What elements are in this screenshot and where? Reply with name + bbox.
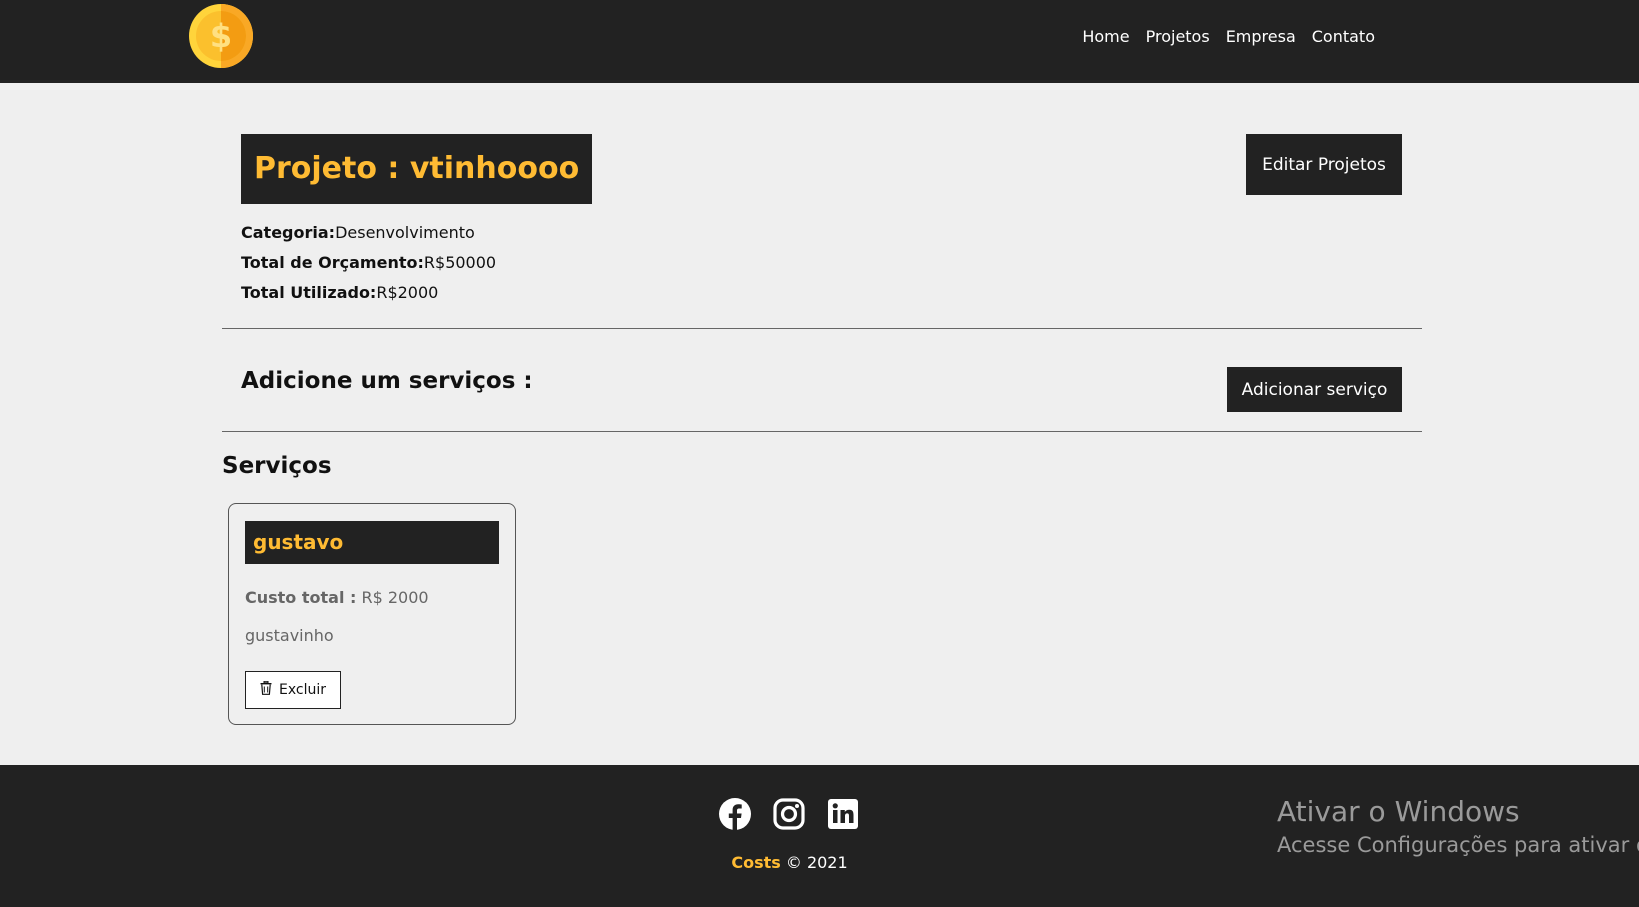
- budget-row: Total de Orçamento:R$50000: [241, 248, 496, 278]
- nav-link-projetos[interactable]: Projetos: [1146, 27, 1210, 46]
- trash-icon: [260, 680, 272, 699]
- footer: Costs © 2021 Ativar o Windows Acesse Con…: [0, 765, 1639, 907]
- service-cost-value: R$ 2000: [356, 588, 429, 607]
- edit-project-button[interactable]: Editar Projetos: [1246, 134, 1402, 195]
- windows-activation-watermark: Ativar o Windows Acesse Configurações pa…: [1277, 795, 1639, 861]
- project-info: Categoria:Desenvolvimento Total de Orçam…: [241, 218, 496, 308]
- linkedin-icon[interactable]: [826, 797, 860, 831]
- service-cost: Custo total : R$ 2000: [245, 588, 429, 607]
- category-row: Categoria:Desenvolvimento: [241, 218, 496, 248]
- divider: [222, 431, 1422, 432]
- nav-menu: Home Projetos Empresa Contato: [1066, 27, 1375, 46]
- social-links: [718, 797, 860, 831]
- main-content: Projeto : vtinhoooo Editar Projetos Cate…: [0, 83, 1639, 765]
- category-value: Desenvolvimento: [335, 223, 475, 242]
- budget-label: Total de Orçamento:: [241, 253, 424, 272]
- service-cost-label: Custo total :: [245, 588, 357, 607]
- used-value: R$2000: [376, 283, 439, 302]
- brand-name: Costs: [731, 853, 781, 872]
- watermark-title: Ativar o Windows: [1277, 795, 1520, 828]
- services-heading: Serviços: [222, 453, 332, 479]
- facebook-icon[interactable]: [718, 797, 752, 831]
- watermark-subtitle: Acesse Configurações para ativar o W: [1277, 833, 1639, 857]
- project-title: Projeto : vtinhoooo: [241, 134, 593, 204]
- used-row: Total Utilizado:R$2000: [241, 278, 496, 308]
- divider: [222, 328, 1422, 329]
- add-service-heading: Adicione um serviços :: [241, 368, 533, 394]
- navbar: $ Home Projetos Empresa Contato: [0, 0, 1639, 83]
- budget-value: R$50000: [423, 253, 497, 272]
- nav-link-home[interactable]: Home: [1082, 27, 1129, 46]
- service-name: gustavo: [245, 521, 499, 564]
- add-service-button[interactable]: Adicionar serviço: [1227, 367, 1402, 412]
- nav-link-empresa[interactable]: Empresa: [1226, 27, 1296, 46]
- delete-label: Excluir: [279, 682, 326, 698]
- dollar-coin-icon[interactable]: $: [188, 3, 254, 69]
- nav-link-contato[interactable]: Contato: [1312, 27, 1375, 46]
- service-card: gustavo Custo total : R$ 2000 gustavinho…: [228, 503, 516, 725]
- service-description: gustavinho: [245, 626, 334, 645]
- instagram-icon[interactable]: [772, 797, 806, 831]
- used-label: Total Utilizado:: [241, 283, 377, 302]
- delete-service-button[interactable]: Excluir: [245, 671, 341, 709]
- copyright-text: © 2021: [780, 853, 848, 872]
- category-label: Categoria:: [241, 223, 336, 242]
- svg-text:$: $: [210, 17, 232, 55]
